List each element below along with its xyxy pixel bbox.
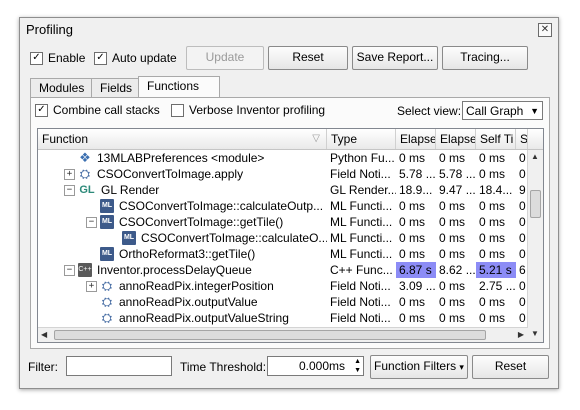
vertical-scrollbar[interactable]: ▲ ▼ [527, 150, 543, 342]
column-header-s[interactable]: S [516, 129, 528, 149]
filter-label: Filter: [28, 360, 58, 374]
table-header: Function ▽ Type Elapse Elapse Self Ti S [38, 129, 543, 150]
table-row[interactable]: + ⛭ CSOConvertToImage.apply Field Noti..… [38, 166, 528, 182]
combine-call-stacks-label: Combine call stacks [53, 103, 160, 117]
select-view-dropdown[interactable]: Call Graph ▼ [462, 101, 543, 120]
tab-functions[interactable]: Functions [138, 76, 220, 98]
field-icon: ⛭ [101, 278, 113, 293]
auto-update-checkbox[interactable]: ✓ Auto update [94, 51, 177, 65]
horizontal-scrollbar[interactable]: ◀ ▶ [38, 327, 528, 342]
scroll-right-icon[interactable]: ▶ [518, 330, 524, 339]
table-row[interactable]: ⛭ annoReadPix.outputValueString Field No… [38, 310, 528, 326]
table-row[interactable]: − GL GL Render GL Render... 18.9... 9.47… [38, 182, 528, 198]
function-tree: Function ▽ Type Elapse Elapse Self Ti S … [37, 128, 544, 343]
table-row[interactable]: + ⛭ annoReadPix.integerPosition Field No… [38, 278, 528, 294]
field-icon: ⛭ [101, 294, 113, 309]
field-icon: ⛭ [101, 310, 113, 325]
verbose-inventor-checkbox[interactable]: Verbose Inventor profiling [171, 103, 325, 117]
column-header-self-time[interactable]: Self Ti [476, 129, 516, 149]
auto-update-label: Auto update [112, 51, 177, 65]
reset-filters-button[interactable]: Reset [472, 355, 549, 379]
table-row[interactable]: ML CSOConvertToImage::calculateO... ML F… [38, 230, 528, 246]
gl-icon: GL [79, 184, 95, 196]
profiling-window: Profiling ✕ ✓ Enable ✓ Auto update Updat… [19, 17, 559, 389]
sort-icon: ▽ [312, 133, 320, 144]
functions-panel: ✓ Combine call stacks Verbose Inventor p… [30, 97, 550, 349]
toolbar: ✓ Enable ✓ Auto update Update Reset Save… [28, 46, 552, 70]
ml-icon: ML [100, 247, 114, 261]
ml-icon: ML [100, 215, 114, 229]
window-title: Profiling [26, 22, 73, 37]
table-row[interactable]: − C++ Inventor.processDelayQueue C++ Fun… [38, 262, 528, 278]
combine-call-stacks-checkbox[interactable]: ✓ Combine call stacks [35, 103, 160, 117]
select-view-value: Call Graph [466, 104, 524, 118]
table-row[interactable]: ⛭ annoReadPix.outputValue Field Noti... … [38, 294, 528, 310]
column-header-elapsed[interactable]: Elapse [396, 129, 436, 149]
collapse-icon[interactable]: − [64, 265, 75, 276]
cpp-icon: C++ [78, 263, 92, 277]
field-icon: ⛭ [79, 166, 91, 181]
table-body: ❖ 13MLABPreferences <module> Python Fu..… [38, 150, 528, 328]
collapse-icon[interactable]: − [64, 185, 75, 196]
table-row[interactable]: ❖ 13MLABPreferences <module> Python Fu..… [38, 150, 528, 166]
filter-input[interactable] [66, 356, 172, 376]
function-filters-button[interactable]: Function Filters ▾ [370, 355, 468, 379]
time-threshold-label: Time Threshold: [180, 360, 267, 374]
filter-bar: Filter: Time Threshold: 0.000ms ▲ ▼ Funct… [28, 354, 552, 380]
tracing-button[interactable]: Tracing... [442, 46, 528, 70]
highlight-cell: 6.87 s [396, 262, 436, 278]
scroll-left-icon[interactable]: ◀ [41, 330, 47, 339]
spin-arrows-icon[interactable]: ▲ ▼ [354, 357, 361, 375]
time-threshold-spinbox[interactable]: 0.000ms ▲ ▼ [267, 356, 364, 376]
scroll-thumb[interactable] [530, 190, 541, 218]
checkbox-empty-icon [171, 103, 184, 117]
enable-checkbox[interactable]: ✓ Enable [30, 51, 85, 65]
column-header-type[interactable]: Type [327, 129, 396, 149]
ml-icon: ML [100, 199, 114, 213]
collapse-icon[interactable]: − [86, 217, 97, 228]
checkmark-icon: ✓ [94, 51, 107, 65]
scroll-thumb[interactable] [54, 330, 486, 340]
table-row[interactable]: ML CSOConvertToImage::calculateOutp... M… [38, 198, 528, 214]
table-row[interactable]: − ML CSOConvertToImage::getTile() ML Fun… [38, 214, 528, 230]
ml-icon: ML [122, 231, 136, 245]
verbose-inventor-label: Verbose Inventor profiling [189, 103, 326, 117]
python-icon: ❖ [79, 150, 91, 165]
time-threshold-value: 0.000ms [298, 359, 345, 373]
close-icon[interactable]: ✕ [538, 23, 552, 37]
highlight-cell: 5.21 s [476, 262, 516, 278]
enable-label: Enable [48, 51, 86, 65]
title-bar: Profiling ✕ [20, 18, 558, 42]
select-view-label: Select view: [397, 104, 462, 118]
dropdown-arrow-icon: ▾ [459, 362, 464, 372]
checkmark-icon: ✓ [35, 103, 48, 117]
scroll-down-icon[interactable]: ▼ [531, 329, 539, 338]
table-row[interactable]: ML OrthoReformat3::getTile() ML Functi..… [38, 246, 528, 262]
checkmark-icon: ✓ [30, 51, 43, 65]
column-header-elapsed-2[interactable]: Elapse [436, 129, 476, 149]
save-report-button[interactable]: Save Report... [352, 46, 438, 70]
expand-icon[interactable]: + [86, 281, 97, 292]
expand-icon[interactable]: + [64, 169, 75, 180]
update-button[interactable]: Update [186, 46, 264, 70]
scroll-up-icon[interactable]: ▲ [531, 152, 539, 161]
reset-button[interactable]: Reset [268, 46, 348, 70]
column-header-function[interactable]: Function ▽ [38, 129, 327, 149]
chevron-down-icon: ▼ [530, 106, 539, 116]
